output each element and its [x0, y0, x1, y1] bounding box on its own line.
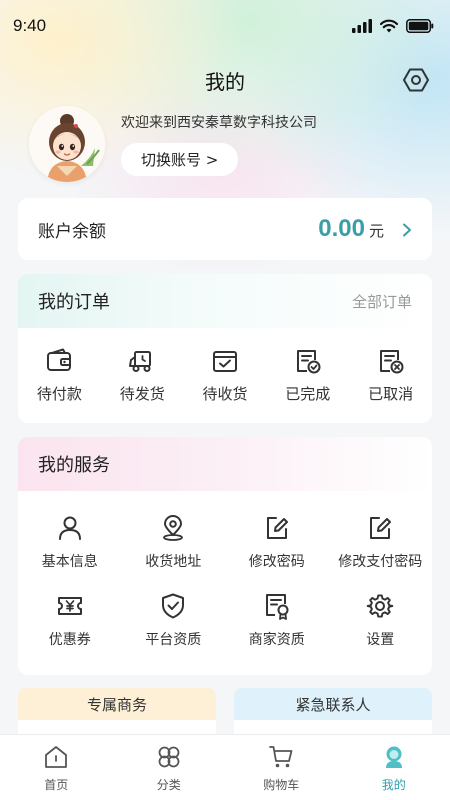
emergency-contact-title: 紧急联系人	[234, 688, 432, 720]
status-icons	[352, 19, 434, 33]
service-change-password[interactable]: 修改密码	[225, 513, 329, 571]
delivery-truck-icon	[129, 351, 152, 372]
shield-check-icon	[162, 593, 185, 619]
order-pending-receipt[interactable]: 待收货	[184, 346, 267, 404]
order-pending-shipment[interactable]: 待发货	[101, 346, 184, 404]
orders-status-row: 待付款 待发货 待收货 已完成 已取消	[18, 328, 432, 404]
page-title: 我的	[205, 70, 245, 94]
my-services-card: 我的服务 基本信息 收货地址 修改密码 修改支付密码 优惠券 平台资质 商家资质…	[18, 437, 432, 675]
profile-icon	[385, 746, 402, 768]
service-label: 优惠券	[48, 632, 91, 648]
service-basic-info[interactable]: 基本信息	[18, 513, 122, 571]
service-label: 平台资质	[145, 632, 202, 648]
cart-icon	[269, 746, 293, 768]
service-label: 基本信息	[41, 554, 98, 570]
user-icon	[58, 516, 81, 540]
service-label: 商家资质	[248, 632, 305, 648]
document-cancel-icon	[379, 350, 404, 374]
avatar-illustration	[29, 106, 105, 182]
order-label: 待发货	[119, 385, 165, 403]
tab-cart[interactable]: 购物车	[225, 735, 338, 800]
all-orders-link[interactable]: 全部订单	[352, 291, 412, 312]
home-icon	[45, 746, 68, 768]
gear-icon	[366, 594, 394, 618]
balance-unit: 元	[368, 222, 384, 240]
tab-label: 分类	[156, 778, 181, 792]
balance-card[interactable]: 账户余额 0.00 元	[18, 198, 432, 260]
service-label: 修改支付密码	[338, 554, 423, 570]
switch-account-button[interactable]: 切换账号 >	[121, 143, 239, 176]
edit-icon	[370, 517, 392, 539]
battery-icon	[406, 19, 434, 33]
service-platform-qualification[interactable]: 平台资质	[122, 591, 226, 649]
tab-category[interactable]: 分类	[113, 735, 226, 800]
orders-title: 我的订单	[38, 292, 110, 313]
wallet-icon	[47, 348, 72, 371]
avatar[interactable]	[29, 106, 105, 182]
order-completed[interactable]: 已完成	[266, 346, 349, 404]
tab-label: 我的	[381, 778, 406, 792]
service-label: 修改密码	[248, 554, 305, 570]
edit-icon	[266, 517, 288, 539]
service-coupons[interactable]: 优惠券	[18, 591, 122, 649]
document-check-icon	[296, 350, 321, 374]
service-change-payment-password[interactable]: 修改支付密码	[329, 513, 433, 571]
order-cancelled[interactable]: 已取消	[349, 346, 432, 404]
receive-box-icon	[212, 351, 237, 372]
location-pin-icon	[163, 515, 184, 541]
status-time: 9:40	[13, 16, 47, 35]
chevron-right-icon	[403, 223, 411, 237]
bottom-tab-bar: 首页 分类 购物车 我的	[0, 734, 450, 800]
tab-home[interactable]: 首页	[0, 735, 113, 800]
switch-account-label: 切换账号 >	[141, 151, 219, 169]
order-label: 已取消	[368, 385, 414, 403]
order-label: 待收货	[202, 385, 248, 403]
tab-label: 首页	[44, 778, 69, 792]
services-grid: 基本信息 收货地址 修改密码 修改支付密码 优惠券 平台资质 商家资质 设置	[18, 491, 432, 649]
my-orders-card: 我的订单 全部订单 待付款 待发货 待收货 已完成 已取消	[18, 274, 432, 423]
order-label: 待付款	[36, 385, 82, 403]
tab-profile[interactable]: 我的	[338, 735, 450, 800]
service-shipping-address[interactable]: 收货地址	[122, 513, 226, 571]
welcome-text: 欢迎来到西安秦草数字科技公司	[121, 115, 317, 131]
service-settings[interactable]: 设置	[329, 591, 433, 649]
tab-label: 购物车	[263, 778, 300, 792]
service-label: 收货地址	[145, 554, 202, 570]
exclusive-business-title: 专属商务	[18, 688, 216, 720]
balance-value: 0.00 元	[318, 215, 412, 243]
settings-hex-icon[interactable]	[402, 66, 430, 94]
wifi-icon	[380, 19, 398, 33]
service-label: 设置	[366, 632, 395, 648]
order-pending-payment[interactable]: 待付款	[18, 346, 101, 404]
coupon-icon	[57, 597, 82, 615]
signal-icon	[352, 19, 372, 33]
status-bar: 9:40	[0, 0, 450, 52]
services-header: 我的服务	[18, 437, 432, 491]
orders-header: 我的订单 全部订单	[18, 274, 432, 328]
services-title: 我的服务	[38, 455, 110, 476]
order-label: 已完成	[285, 385, 331, 403]
certificate-icon	[265, 594, 289, 620]
balance-label: 账户余额	[38, 221, 106, 242]
balance-amount: 0.00	[318, 215, 365, 242]
service-merchant-qualification[interactable]: 商家资质	[225, 591, 329, 649]
category-icon	[158, 746, 180, 768]
